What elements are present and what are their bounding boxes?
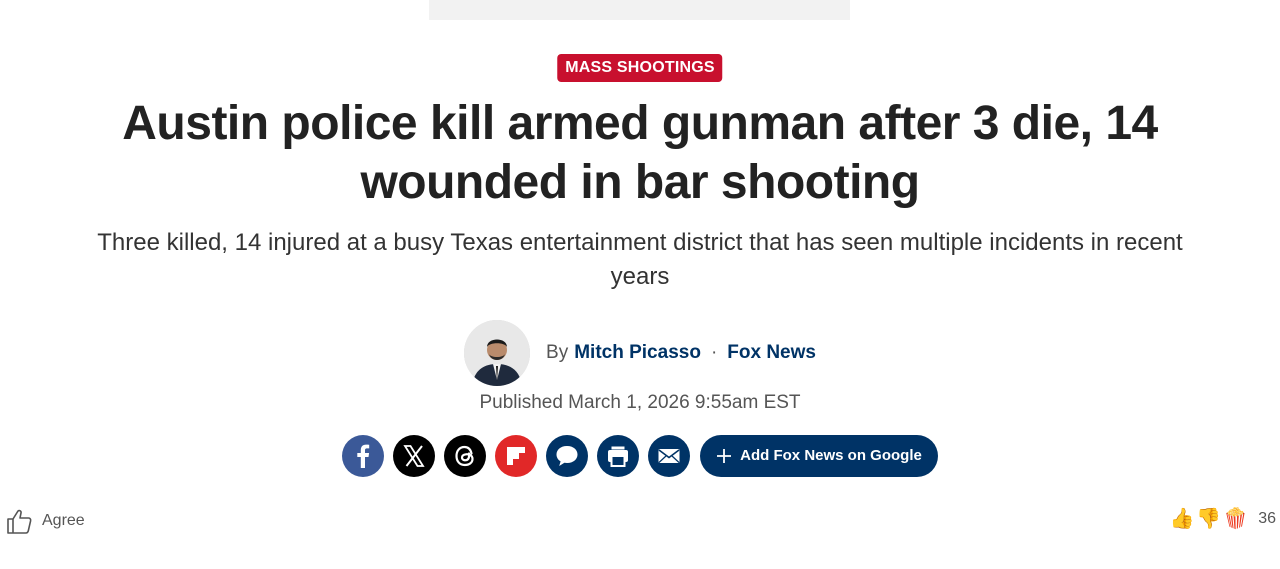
facebook-icon [357, 444, 370, 468]
author-avatar[interactable] [464, 320, 531, 386]
x-icon [403, 444, 425, 467]
thumbs-up-reaction-icon: 👍 [1169, 508, 1195, 530]
byline-prefix: By [546, 342, 569, 363]
byline-separator: · [710, 342, 718, 363]
email-share-button[interactable] [648, 434, 691, 477]
flipboard-share-button[interactable] [495, 434, 538, 477]
comments-button[interactable] [546, 434, 589, 477]
ad-placeholder [429, 0, 850, 20]
print-icon [608, 446, 629, 467]
author-photo-icon [464, 320, 531, 386]
share-toolbar: Add Fox News on Google [0, 434, 1280, 477]
thumbs-down-reaction-icon: 👎 [1196, 508, 1222, 530]
agree-button[interactable]: Agree [6, 507, 85, 535]
subheadline: Three killed, 14 injured at a busy Texas… [97, 229, 1183, 290]
add-fox-news-on-google-button[interactable]: Add Fox News on Google [700, 434, 938, 477]
byline-text: By Mitch Picasso · Fox News [546, 342, 816, 364]
google-button-label: Add Fox News on Google [740, 447, 922, 464]
reaction-count: 36 [1258, 510, 1276, 527]
thumbs-up-icon [7, 509, 32, 534]
category-badge[interactable]: MASS SHOOTINGS [557, 54, 723, 82]
email-icon [658, 448, 680, 463]
popcorn-reaction-icon: 🍿 [1223, 508, 1249, 530]
plus-icon [717, 448, 732, 463]
author-link[interactable]: Mitch Picasso [574, 342, 701, 364]
threads-icon [455, 445, 474, 466]
facebook-share-button[interactable] [342, 434, 385, 477]
agree-label: Agree [42, 512, 85, 529]
comment-icon [556, 445, 578, 466]
x-share-button[interactable] [393, 434, 436, 477]
reactions[interactable]: 👍 👎 🍿 36 [1169, 508, 1276, 530]
headline: Austin police kill armed gunman after 3 … [122, 97, 1158, 209]
byline: By Mitch Picasso · Fox News [0, 320, 1280, 386]
flipboard-icon [507, 446, 526, 465]
print-button[interactable] [597, 434, 640, 477]
published-date: Published March 1, 2026 9:55am EST [479, 392, 801, 413]
outlet-link[interactable]: Fox News [727, 342, 816, 364]
threads-share-button[interactable] [444, 434, 487, 477]
